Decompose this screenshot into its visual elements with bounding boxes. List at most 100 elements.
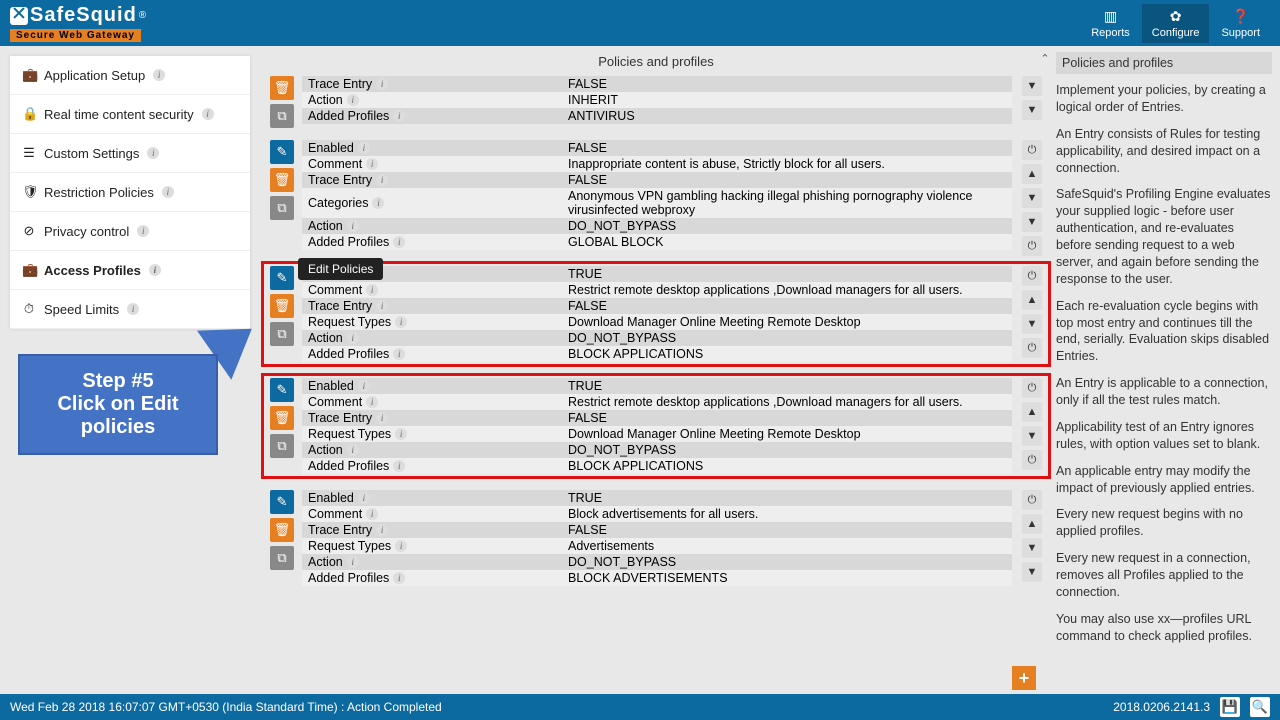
info-icon[interactable]: i <box>376 174 388 186</box>
info-icon[interactable]: i <box>395 428 407 440</box>
sidebar-item-custom-settings[interactable]: ☰ Custom Settings i <box>10 134 250 173</box>
edit-button[interactable]: ✎ <box>270 140 294 164</box>
toggle-button[interactable]: ⏻ <box>1022 378 1042 398</box>
toggle-button[interactable]: ⏻ <box>1022 450 1042 470</box>
info-icon[interactable]: i <box>366 396 378 408</box>
info-icon[interactable]: i <box>372 197 384 209</box>
statusbar: Wed Feb 28 2018 16:07:07 GMT+0530 (India… <box>0 694 1280 720</box>
entry-row: Trace Entry i FALSE <box>302 298 1012 314</box>
entry-row: Added Profiles i ANTIVIRUS <box>302 108 1012 124</box>
info-icon[interactable]: i <box>393 460 405 472</box>
move-down-button[interactable]: ▼ <box>1022 212 1042 232</box>
toggle-button[interactable]: ⏻ <box>1022 236 1042 256</box>
row-value: FALSE <box>562 172 1012 188</box>
edit-button[interactable]: ✎ <box>270 490 294 514</box>
delete-button[interactable]: 🗑 <box>270 168 294 192</box>
info-icon[interactable]: i <box>366 158 378 170</box>
help-paragraph: Each re-evaluation cycle begins with top… <box>1056 298 1272 366</box>
info-icon[interactable]: i <box>347 332 359 344</box>
info-icon[interactable]: i <box>376 524 388 536</box>
move-up-button[interactable]: ▲ <box>1022 514 1042 534</box>
edit-button[interactable]: ✎ <box>270 266 294 290</box>
clone-button[interactable]: ⧉ <box>270 322 294 346</box>
toggle-button[interactable]: ⏻ <box>1022 338 1042 358</box>
info-icon[interactable]: i <box>393 236 405 248</box>
entry-row: Action i DO_NOT_BYPASS <box>302 554 1012 570</box>
edit-button[interactable]: ✎ <box>270 378 294 402</box>
sidebar-item-privacy-control[interactable]: ⊘ Privacy control i <box>10 212 250 251</box>
toggle-button[interactable]: ⏻ <box>1022 140 1042 160</box>
sidebar-item-label: Application Setup <box>44 68 145 83</box>
delete-button[interactable]: 🗑 <box>270 294 294 318</box>
info-icon[interactable]: i <box>395 316 407 328</box>
info-icon[interactable]: i <box>366 284 378 296</box>
info-icon[interactable]: i <box>347 94 359 106</box>
move-down-button[interactable]: ▼ <box>1022 100 1042 120</box>
info-icon[interactable]: i <box>149 264 161 276</box>
delete-button[interactable]: 🗑 <box>270 406 294 430</box>
delete-button[interactable]: 🗑 <box>270 518 294 542</box>
collapse-right-icon[interactable]: ⌃ <box>1038 52 1052 66</box>
clone-button[interactable]: ⧉ <box>270 196 294 220</box>
page-title: Policies and profiles <box>260 46 1052 77</box>
info-icon[interactable]: i <box>347 556 359 568</box>
move-down-button[interactable]: ▼ <box>1022 538 1042 558</box>
entry-row: Added Profiles i BLOCK APPLICATIONS <box>302 458 1012 474</box>
row-value: TRUE <box>562 266 1012 282</box>
move-up-button[interactable]: ▲ <box>1022 164 1042 184</box>
info-icon[interactable]: i <box>358 142 370 154</box>
info-icon[interactable]: i <box>147 147 159 159</box>
info-icon[interactable]: i <box>395 540 407 552</box>
info-icon[interactable]: i <box>393 572 405 584</box>
info-icon[interactable]: i <box>376 78 388 90</box>
move-up-button[interactable]: ▲ <box>1022 290 1042 310</box>
search-icon[interactable]: 🔍 <box>1250 697 1270 717</box>
nav-configure[interactable]: ✿ Configure <box>1142 4 1210 43</box>
info-icon[interactable]: i <box>393 110 405 122</box>
move-down-button[interactable]: ▼ <box>1022 426 1042 446</box>
info-icon[interactable]: i <box>162 186 174 198</box>
entry-row: Categories i Anonymous VPN gambling hack… <box>302 188 1012 218</box>
row-value: INHERIT <box>562 92 1012 108</box>
info-icon[interactable]: i <box>393 348 405 360</box>
save-icon[interactable]: 💾 <box>1220 697 1240 717</box>
info-icon[interactable]: i <box>366 508 378 520</box>
nav-support[interactable]: ❓ Support <box>1211 4 1270 43</box>
entry-row: Enabled i TRUE <box>302 490 1012 506</box>
entry-row: Comment i Block advertisements for all u… <box>302 506 1012 522</box>
delete-button[interactable]: 🗑 <box>270 76 294 100</box>
move-down-button[interactable]: ▼ <box>1022 562 1042 582</box>
toggle-button[interactable]: ⏻ <box>1022 490 1042 510</box>
entry-row: Comment i Restrict remote desktop applic… <box>302 394 1012 410</box>
clone-button[interactable]: ⧉ <box>270 104 294 128</box>
sidebar-item-application-setup[interactable]: 💼 Application Setup i <box>10 56 250 95</box>
info-icon[interactable]: i <box>347 220 359 232</box>
info-icon[interactable]: i <box>347 444 359 456</box>
info-icon[interactable]: i <box>358 380 370 392</box>
info-icon[interactable]: i <box>153 69 165 81</box>
move-down-button[interactable]: ▼ <box>1022 314 1042 334</box>
info-icon[interactable]: i <box>358 492 370 504</box>
info-icon[interactable]: i <box>127 303 139 315</box>
clone-button[interactable]: ⧉ <box>270 434 294 458</box>
move-down-button[interactable]: ▼ <box>1022 188 1042 208</box>
brand-tagline: Secure Web Gateway <box>10 29 141 42</box>
nav-reports-label: Reports <box>1091 27 1130 39</box>
sidebar-item-restriction-policies[interactable]: 🛡 Restriction Policies i <box>10 173 250 212</box>
entry-right-controls: ⏻ ▲ ▼ ▼ <box>1022 490 1042 582</box>
entry-right-controls: ⏻ ▲ ▼ ▼ ⏻ <box>1022 140 1042 256</box>
add-entry-button[interactable]: + <box>1012 666 1036 690</box>
info-icon[interactable]: i <box>376 412 388 424</box>
toggle-button[interactable]: ⏻ <box>1022 266 1042 286</box>
sidebar-item-access-profiles[interactable]: 💼 Access Profiles i <box>10 251 250 290</box>
move-down-button[interactable]: ▼ <box>1022 76 1042 96</box>
help-paragraph: Implement your policies, by creating a l… <box>1056 82 1272 116</box>
info-icon[interactable]: i <box>202 108 214 120</box>
sidebar-item-real-time-content-security[interactable]: 🔒 Real time content security i <box>10 95 250 134</box>
clone-button[interactable]: ⧉ <box>270 546 294 570</box>
info-icon[interactable]: i <box>137 225 149 237</box>
nav-reports[interactable]: ▥ Reports <box>1081 4 1140 43</box>
move-up-button[interactable]: ▲ <box>1022 402 1042 422</box>
info-icon[interactable]: i <box>376 300 388 312</box>
briefcase-icon: 💼 <box>22 67 36 83</box>
